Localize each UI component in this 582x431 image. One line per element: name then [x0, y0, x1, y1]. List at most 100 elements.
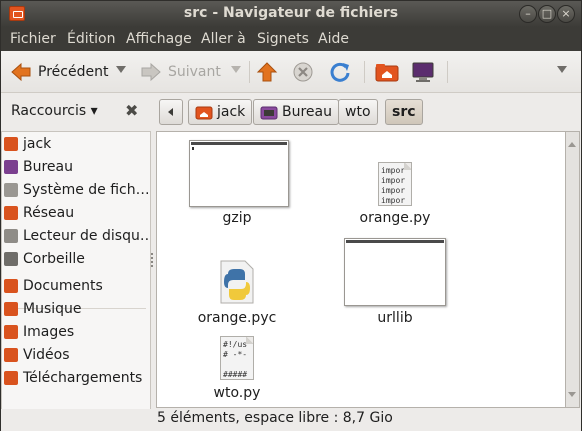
downloads-folder-icon	[4, 371, 18, 385]
terminal-thumbnail-icon	[344, 238, 446, 306]
reload-icon	[330, 62, 350, 82]
documents-folder-icon	[4, 279, 18, 293]
music-folder-icon	[4, 302, 18, 316]
sidebar-item-4[interactable]: Lecteur de disqu…	[4, 225, 148, 247]
maximize-button[interactable]: □	[538, 5, 556, 23]
stop-icon	[293, 62, 313, 82]
menu-signets[interactable]: Signets	[257, 31, 309, 47]
stop-button[interactable]	[292, 59, 314, 85]
window-title: src - Navigateur de fichiers	[183, 5, 399, 21]
back-button[interactable]: Précédent	[10, 59, 108, 85]
file-name: orange.pyc	[197, 310, 277, 326]
sidebar-item-label: Lecteur de disqu…	[23, 228, 148, 244]
path-scroll-left-button[interactable]	[159, 99, 183, 125]
forward-label: Suivant	[168, 64, 221, 80]
file-name: urllib	[377, 310, 413, 326]
up-arrow-icon	[256, 62, 278, 82]
sidebar-item-label: Bureau	[23, 159, 73, 175]
file-preview: #!/us # -*- #####	[223, 340, 248, 379]
pane-resize-handle[interactable]	[151, 251, 154, 271]
file-preview: impor impor impor impor	[381, 166, 406, 205]
file-orange-pyc[interactable]: orange.pyc	[177, 240, 297, 330]
text-file-icon: impor impor impor impor	[378, 162, 412, 206]
path-label: src	[392, 104, 416, 120]
python-file-icon	[220, 260, 254, 304]
path-label: wto	[345, 104, 371, 120]
path-button-wto[interactable]: wto	[338, 99, 378, 125]
sidebar-item-label: Corbeille	[23, 251, 85, 267]
sidebar-item-label: Réseau	[23, 205, 75, 221]
path-label: jack	[217, 104, 246, 120]
toolbar-separator	[364, 61, 365, 83]
toolbar-separator	[249, 61, 250, 83]
videos-folder-icon	[4, 348, 18, 362]
scroll-down-arrow-icon[interactable]	[568, 392, 576, 397]
menu-edition[interactable]: Édition	[67, 31, 115, 47]
network-folder-icon	[4, 206, 18, 220]
menu-fichier[interactable]: Fichier	[10, 31, 56, 47]
bookmarks-list: jack Bureau Système de fich… Réseau Lecteur …	[1, 131, 151, 411]
parent-folder-button[interactable]	[256, 59, 278, 85]
close-button[interactable]: ×	[557, 5, 575, 23]
toolbar-overflow-dropdown[interactable]	[557, 66, 567, 73]
computer-button[interactable]	[411, 59, 435, 85]
file-name: orange.py	[359, 210, 431, 226]
file-wto-py[interactable]: #!/us # -*- ##### wto.py	[177, 332, 297, 404]
home-button[interactable]	[375, 59, 399, 85]
terminal-thumbnail-icon	[189, 140, 289, 207]
sidebar-item-label: jack	[23, 136, 52, 152]
sidebar-item-1[interactable]: Bureau	[4, 156, 148, 178]
sidebar-item-label: Documents	[23, 278, 103, 294]
menu-aller-a[interactable]: Aller à	[201, 31, 246, 47]
back-history-dropdown[interactable]	[116, 66, 126, 73]
sidebar-item-10[interactable]: Téléchargements	[4, 367, 148, 389]
vertical-scrollbar[interactable]	[566, 131, 580, 408]
sidebar-item-3[interactable]: Réseau	[4, 202, 148, 224]
desktop-folder-icon	[260, 106, 278, 120]
path-label: Bureau	[282, 104, 332, 120]
pictures-folder-icon	[4, 325, 18, 339]
sidebar-item-label: Vidéos	[23, 347, 70, 363]
sidebar-item-label: Images	[23, 324, 75, 340]
reload-button[interactable]	[329, 59, 351, 85]
back-label: Précédent	[38, 64, 109, 80]
path-bar: jack Bureau wto src	[154, 93, 581, 131]
forward-arrow-icon	[141, 62, 161, 82]
file-urllib[interactable]: urllib	[335, 238, 455, 330]
desktop-folder-icon	[4, 160, 18, 174]
status-bar: 5 éléments, espace libre : 8,7 Gio	[1, 409, 581, 431]
text-file-icon: #!/us # -*- #####	[220, 336, 254, 380]
sidebar-item-0[interactable]: jack	[4, 133, 148, 155]
sidebar-item-5[interactable]: Corbeille	[4, 248, 148, 270]
sidebar-item-8[interactable]: Images	[4, 321, 148, 343]
home-folder-icon	[195, 106, 213, 120]
minimize-button[interactable]: –	[519, 5, 537, 23]
scroll-up-arrow-icon[interactable]	[568, 142, 576, 147]
forward-history-dropdown[interactable]	[231, 66, 241, 73]
menu-aide[interactable]: Aide	[318, 31, 349, 47]
sidebar-item-6[interactable]: Documents	[4, 275, 148, 297]
close-sidebar-icon[interactable]: ✖	[125, 101, 138, 120]
sidebar-mode-label: Raccourcis	[11, 103, 87, 119]
forward-button[interactable]: Suivant	[140, 59, 221, 85]
menu-bar: Fichier Édition Affichage Aller à Signet…	[1, 27, 581, 51]
menu-affichage[interactable]: Affichage	[126, 31, 192, 47]
sidebar-item-2[interactable]: Système de fich…	[4, 179, 148, 201]
sidebar-item-9[interactable]: Vidéos	[4, 344, 148, 366]
file-gzip[interactable]: gzip	[177, 140, 297, 230]
trash-icon	[4, 252, 18, 266]
file-name: gzip	[222, 210, 252, 226]
path-button-jack[interactable]: jack	[188, 99, 253, 125]
sidebar-item-7[interactable]: Musique	[4, 298, 148, 320]
sidebar-item-label: Système de fich…	[23, 182, 148, 198]
home-folder-icon	[375, 64, 399, 82]
toolbar-separator	[447, 61, 448, 83]
drive-icon	[4, 229, 18, 243]
sidebar-mode-dropdown[interactable]: Raccourcis ▾	[11, 103, 98, 119]
path-button-src[interactable]: src	[385, 99, 423, 125]
chevron-left-icon	[168, 108, 173, 116]
path-button-bureau[interactable]: Bureau	[253, 99, 339, 125]
file-manager-window: src - Navigateur de fichiers – □ × Fichi…	[0, 0, 582, 431]
status-text: 5 éléments, espace libre : 8,7 Gio	[157, 410, 393, 426]
file-orange-py[interactable]: impor impor impor impor orange.py	[335, 140, 455, 230]
